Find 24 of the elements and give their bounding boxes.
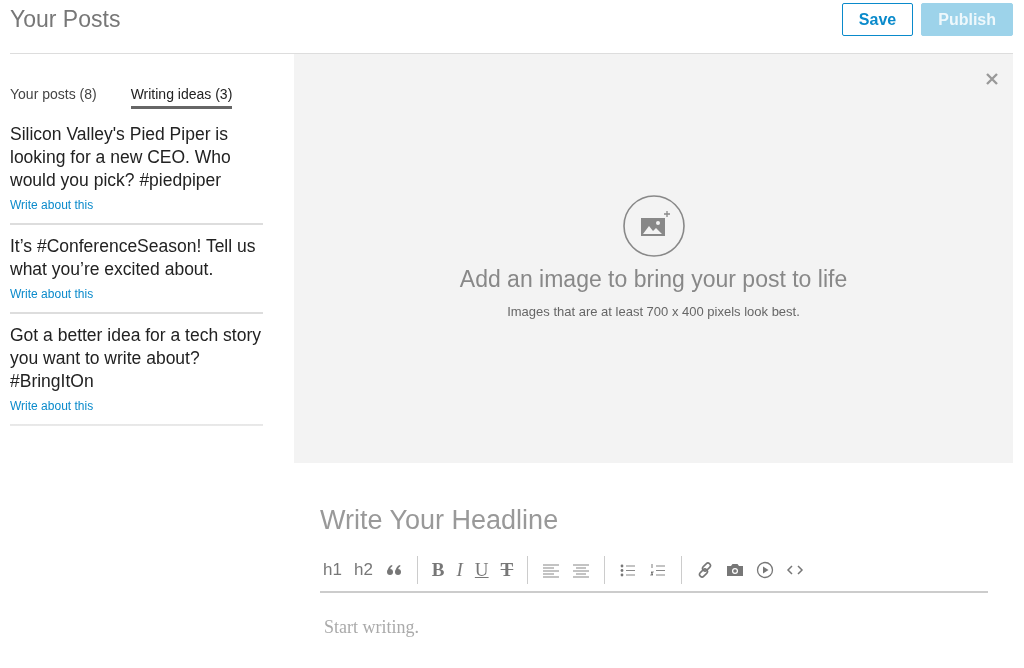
image-drop-area[interactable]: Add an image to bring your post to life Images that are at least 700 x 400 pixels look best. [294, 54, 1013, 463]
write-about-link[interactable]: Write about this [10, 399, 94, 413]
heading-button[interactable]: h2 [353, 560, 373, 580]
camera-icon[interactable] [726, 561, 745, 579]
underline-button[interactable]: U [474, 559, 489, 581]
idea-text: It’s #ConferenceSeason! Tell us what you’re excited about. [10, 235, 257, 281]
image-prompt: Add an image to bring your post to life [459, 266, 848, 293]
add-image-icon[interactable] [621, 194, 686, 258]
strikethrough-button[interactable]: T [500, 559, 514, 581]
tab[interactable]: Your posts (8) [10, 86, 97, 109]
play-icon[interactable] [756, 561, 775, 579]
write-about-link[interactable]: Write about this [10, 198, 94, 212]
image-hint: Images that are at least 700 x 400 pixels look best. [507, 304, 800, 319]
tab[interactable]: Writing ideas (3) [130, 86, 233, 109]
idea-text: Got a better idea for a tech story you want to write about? #BringItOn [10, 324, 262, 393]
write-about-link[interactable]: Write about this [10, 287, 94, 301]
bold-button[interactable]: B [431, 559, 445, 581]
heading-button[interactable]: h1 [323, 560, 342, 580]
close-icon[interactable] [985, 72, 999, 86]
save-button[interactable]: Save [841, 3, 914, 36]
idea-text: Silicon Valley's Pied Piper is looking for a new CEO. Who would you pick? #piedpiper [10, 123, 232, 192]
page-title: Your Posts [10, 6, 121, 33]
numbered-list-icon[interactable] [649, 561, 668, 579]
italic-button[interactable]: I [456, 559, 463, 581]
